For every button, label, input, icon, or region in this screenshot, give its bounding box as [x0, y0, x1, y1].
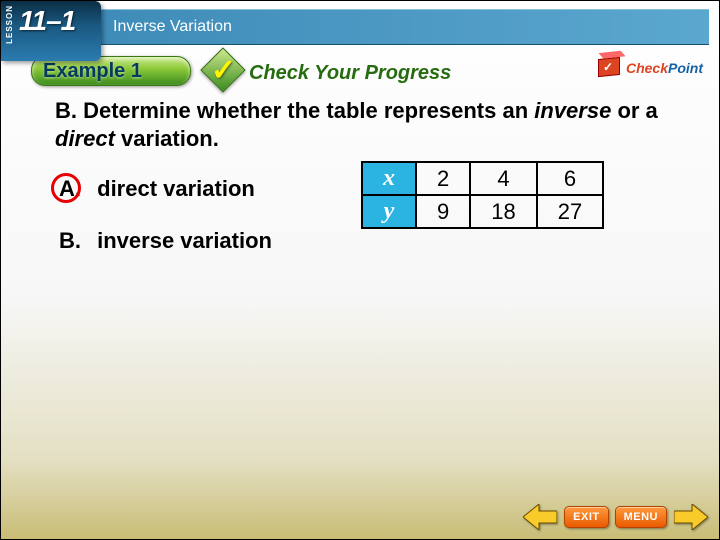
question-tail: variation. — [115, 126, 219, 151]
lesson-word: LESSON — [5, 5, 14, 44]
slide: LESSON 11–1 Inverse Variation Example Ex… — [0, 0, 720, 540]
arrow-left-icon — [523, 504, 557, 530]
next-button[interactable] — [673, 503, 709, 531]
row-head-x: x — [362, 162, 416, 195]
question-direct: direct — [55, 126, 115, 151]
choice-b[interactable]: B. inverse variation — [55, 228, 699, 254]
cell-x1: 2 — [416, 162, 470, 195]
prev-button[interactable] — [522, 503, 558, 531]
header-bar — [1, 9, 709, 45]
table-row: y 9 18 27 — [362, 195, 603, 228]
question-part1: Determine whether the table represents a… — [77, 98, 534, 123]
lesson-title: Inverse Variation — [113, 18, 232, 36]
checkpoint-point: Point — [668, 60, 703, 76]
example-big-label: Example 1 — [43, 60, 142, 83]
footer-nav: EXIT MENU — [522, 503, 709, 531]
lesson-tab: LESSON 11–1 — [1, 1, 101, 61]
table-row: x 2 4 6 — [362, 162, 603, 195]
question-inverse: inverse — [534, 98, 611, 123]
question-lead: B. — [55, 98, 77, 123]
checkpoint-logo: ✓ CheckPoint — [598, 55, 703, 76]
menu-button[interactable]: MENU — [615, 506, 667, 528]
cell-y1: 9 — [416, 195, 470, 228]
checkmark-icon: ✓ — [211, 53, 236, 88]
row-head-y: y — [362, 195, 416, 228]
choice-b-text: inverse variation — [97, 228, 272, 253]
cube-icon: ✓ — [598, 57, 620, 77]
answer-circle-icon — [51, 173, 81, 203]
cell-x3: 6 — [537, 162, 603, 195]
cell-y3: 27 — [537, 195, 603, 228]
choice-b-label: B. — [59, 228, 91, 254]
question-text: B. Determine whether the table represent… — [55, 97, 699, 152]
cell-x2: 4 — [470, 162, 536, 195]
cell-y2: 18 — [470, 195, 536, 228]
question-mid: or a — [611, 98, 657, 123]
choice-a-text: direct variation — [97, 176, 255, 201]
checkpoint-check: Check — [626, 60, 668, 76]
check-your-progress-label: Check Your Progress — [249, 62, 451, 85]
arrow-right-icon — [674, 504, 708, 530]
lesson-number: 11–1 — [19, 5, 75, 37]
data-table: x 2 4 6 y 9 18 27 — [361, 161, 604, 229]
exit-button[interactable]: EXIT — [564, 506, 608, 528]
